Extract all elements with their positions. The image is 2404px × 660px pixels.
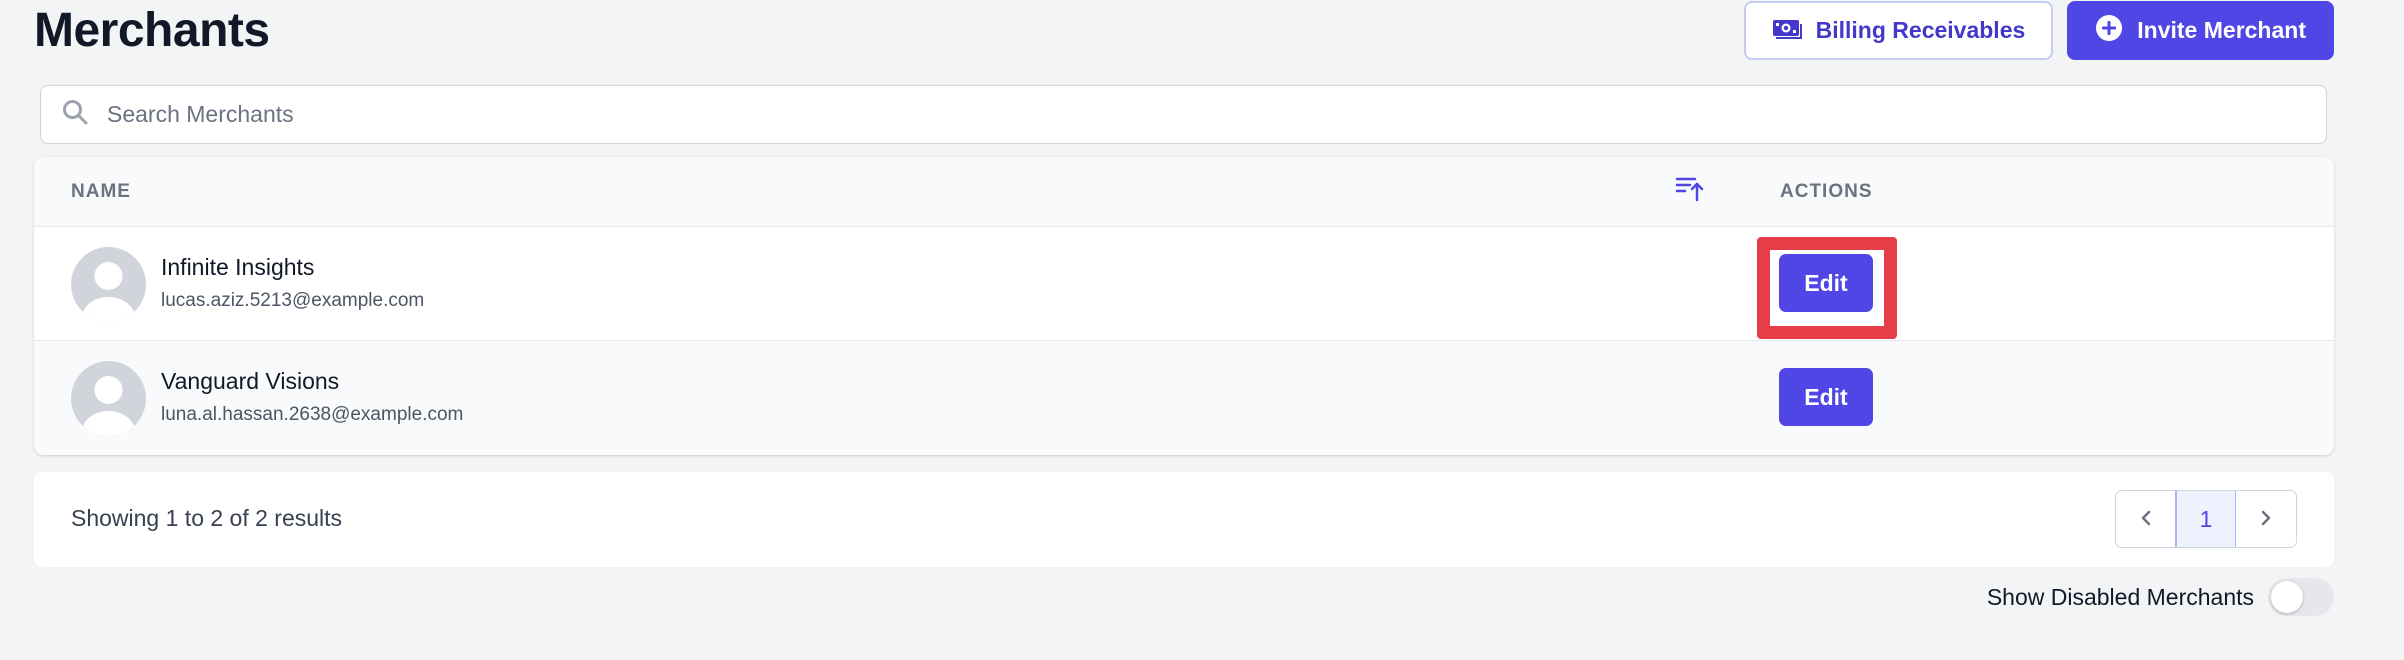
invite-merchant-label: Invite Merchant: [2137, 17, 2306, 43]
avatar: [71, 247, 146, 322]
billing-receivables-label: Billing Receivables: [1815, 17, 2026, 43]
chevron-left-icon: [2137, 506, 2155, 533]
merchant-email: lucas.aziz.5213@example.com: [161, 290, 425, 311]
results-summary: Showing 1 to 2 of 2 results: [71, 505, 343, 531]
edit-button[interactable]: Edit: [1779, 368, 1873, 426]
show-disabled-toggle[interactable]: [2268, 578, 2334, 616]
avatar: [71, 361, 146, 436]
show-disabled-label: Show Disabled Merchants: [1986, 583, 2254, 610]
column-header-actions: ACTIONS: [1780, 181, 1873, 202]
merchant-name: Vanguard Visions: [161, 368, 340, 394]
next-page-button[interactable]: [2236, 491, 2296, 547]
merchants-table: NAME ACTIONS Infinite Insights lucas.azi…: [34, 157, 2334, 455]
header-actions: Billing Receivables Invite Merchant: [1743, 1, 2334, 60]
show-disabled-toggle-row: Show Disabled Merchants: [1987, 578, 2334, 616]
table-row: Vanguard Visions luna.al.hassan.2638@exa…: [34, 341, 2334, 455]
sort-ascending-icon[interactable]: [1675, 173, 1705, 208]
page-1-button[interactable]: 1: [2175, 491, 2237, 547]
billing-receivables-button[interactable]: Billing Receivables: [1743, 1, 2054, 60]
search-input[interactable]: Search Merchants: [40, 85, 2327, 144]
table-header: NAME ACTIONS: [34, 157, 2334, 227]
previous-page-button[interactable]: [2116, 491, 2176, 547]
table-row: Infinite Insights lucas.aziz.5213@exampl…: [34, 227, 2334, 341]
page-title: Merchants: [34, 4, 270, 57]
merchant-name: Infinite Insights: [161, 254, 315, 280]
banknote-icon: [1772, 17, 1802, 45]
invite-merchant-button[interactable]: Invite Merchant: [2067, 1, 2334, 60]
pagination-footer: Showing 1 to 2 of 2 results 1: [34, 472, 2334, 567]
toggle-knob: [2271, 581, 2303, 613]
edit-button[interactable]: Edit: [1779, 254, 1873, 312]
search-icon: [61, 98, 89, 131]
merchant-email: luna.al.hassan.2638@example.com: [161, 404, 464, 425]
plus-circle-icon: [2095, 14, 2123, 48]
search-placeholder: Search Merchants: [107, 101, 294, 127]
pagination: 1: [2115, 490, 2297, 548]
chevron-right-icon: [2257, 506, 2275, 533]
column-header-name: NAME: [71, 181, 131, 202]
